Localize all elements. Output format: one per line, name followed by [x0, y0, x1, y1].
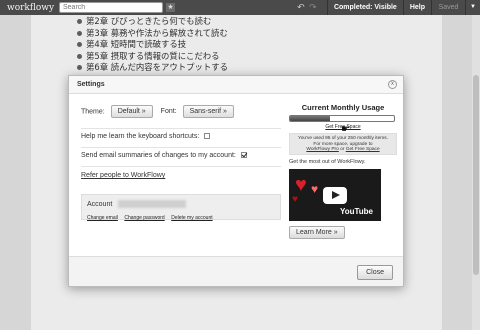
workflowy-pro-link[interactable]: WorkFlowy Pro: [306, 147, 338, 152]
video-thumbnail[interactable]: ♥ ♥ ♥ YouTube: [289, 169, 381, 221]
or-text: or: [338, 147, 346, 152]
dialog-body: Theme: Default » Font: Sans-serif » Help…: [69, 95, 403, 255]
refer-row: Refer people to WorkFlowy: [81, 172, 165, 179]
divider: [81, 147, 281, 148]
delete-account-link[interactable]: Delete my account: [171, 215, 212, 221]
shortcuts-label: Help me learn the keyboard shortcuts:: [81, 133, 200, 140]
dialog-title: Settings: [77, 81, 105, 88]
account-email-redacted: [117, 199, 186, 208]
change-password-link[interactable]: Change password: [124, 215, 164, 221]
app-logo[interactable]: workflowy: [7, 3, 59, 13]
shortcuts-checkbox[interactable]: [204, 133, 211, 140]
hand-cursor-icon: ☛: [341, 124, 350, 135]
divider: [81, 166, 281, 167]
top-bar: workflowy ★ ↶ ↷ Completed: Visible Help …: [0, 0, 480, 15]
email-summary-checkbox[interactable]: [240, 152, 247, 159]
usage-line: You've used 95 of your 250 monthly items…: [297, 136, 389, 141]
shortcuts-row: Help me learn the keyboard shortcuts:: [81, 133, 211, 140]
get-free-space-link-2[interactable]: Get Free Space: [346, 147, 380, 152]
help-button[interactable]: Help: [402, 0, 431, 15]
theme-select[interactable]: Default »: [110, 105, 153, 118]
theme-row: Theme: Default » Font: Sans-serif »: [81, 105, 234, 118]
refer-link[interactable]: Refer people to WorkFlowy: [81, 172, 165, 179]
heart-icon: ♥: [311, 182, 319, 196]
undo-icon[interactable]: ↶: [295, 2, 307, 13]
close-icon[interactable]: x: [388, 80, 397, 89]
usage-title: Current Monthly Usage: [301, 103, 385, 112]
usage-progress-fill: [290, 116, 330, 121]
settings-dialog: Settings x Theme: Default » Font: Sans-s…: [68, 75, 404, 287]
usage-info-box: You've used 95 of your 250 monthly items…: [289, 133, 397, 155]
saved-status: Saved: [431, 0, 465, 15]
account-links: Change email Change password Delete my a…: [87, 211, 275, 221]
usage-progress-bar: [289, 115, 395, 122]
font-label: Font:: [160, 108, 177, 116]
completed-toggle-button[interactable]: Completed: Visible: [326, 0, 403, 15]
divider: [81, 128, 281, 129]
promo-text: Get the most out of WorkFlowy.: [289, 159, 366, 165]
learn-more-button[interactable]: Learn More »: [289, 226, 345, 239]
dialog-header: Settings x: [69, 76, 403, 94]
chevron-down-icon[interactable]: ▼: [465, 0, 480, 15]
dialog-footer: Close: [69, 256, 403, 286]
star-icon[interactable]: ★: [166, 3, 175, 12]
font-select[interactable]: Sans-serif »: [182, 105, 234, 118]
theme-label: Theme:: [81, 108, 105, 116]
change-email-link[interactable]: Change email: [87, 215, 118, 221]
heart-icon: ♥: [295, 174, 307, 196]
redo-icon[interactable]: ↷: [307, 2, 319, 13]
close-button[interactable]: Close: [357, 265, 393, 280]
email-row: Send email summaries of changes to my ac…: [81, 152, 247, 159]
email-summary-label: Send email summaries of changes to my ac…: [81, 152, 236, 159]
youtube-logo: YouTube: [339, 207, 373, 216]
account-box: Account Change email Change password Del…: [81, 194, 281, 221]
heart-icon: ♥: [292, 194, 298, 205]
play-icon[interactable]: [323, 187, 347, 204]
search-input[interactable]: [59, 2, 163, 13]
account-label: Account: [87, 201, 113, 208]
